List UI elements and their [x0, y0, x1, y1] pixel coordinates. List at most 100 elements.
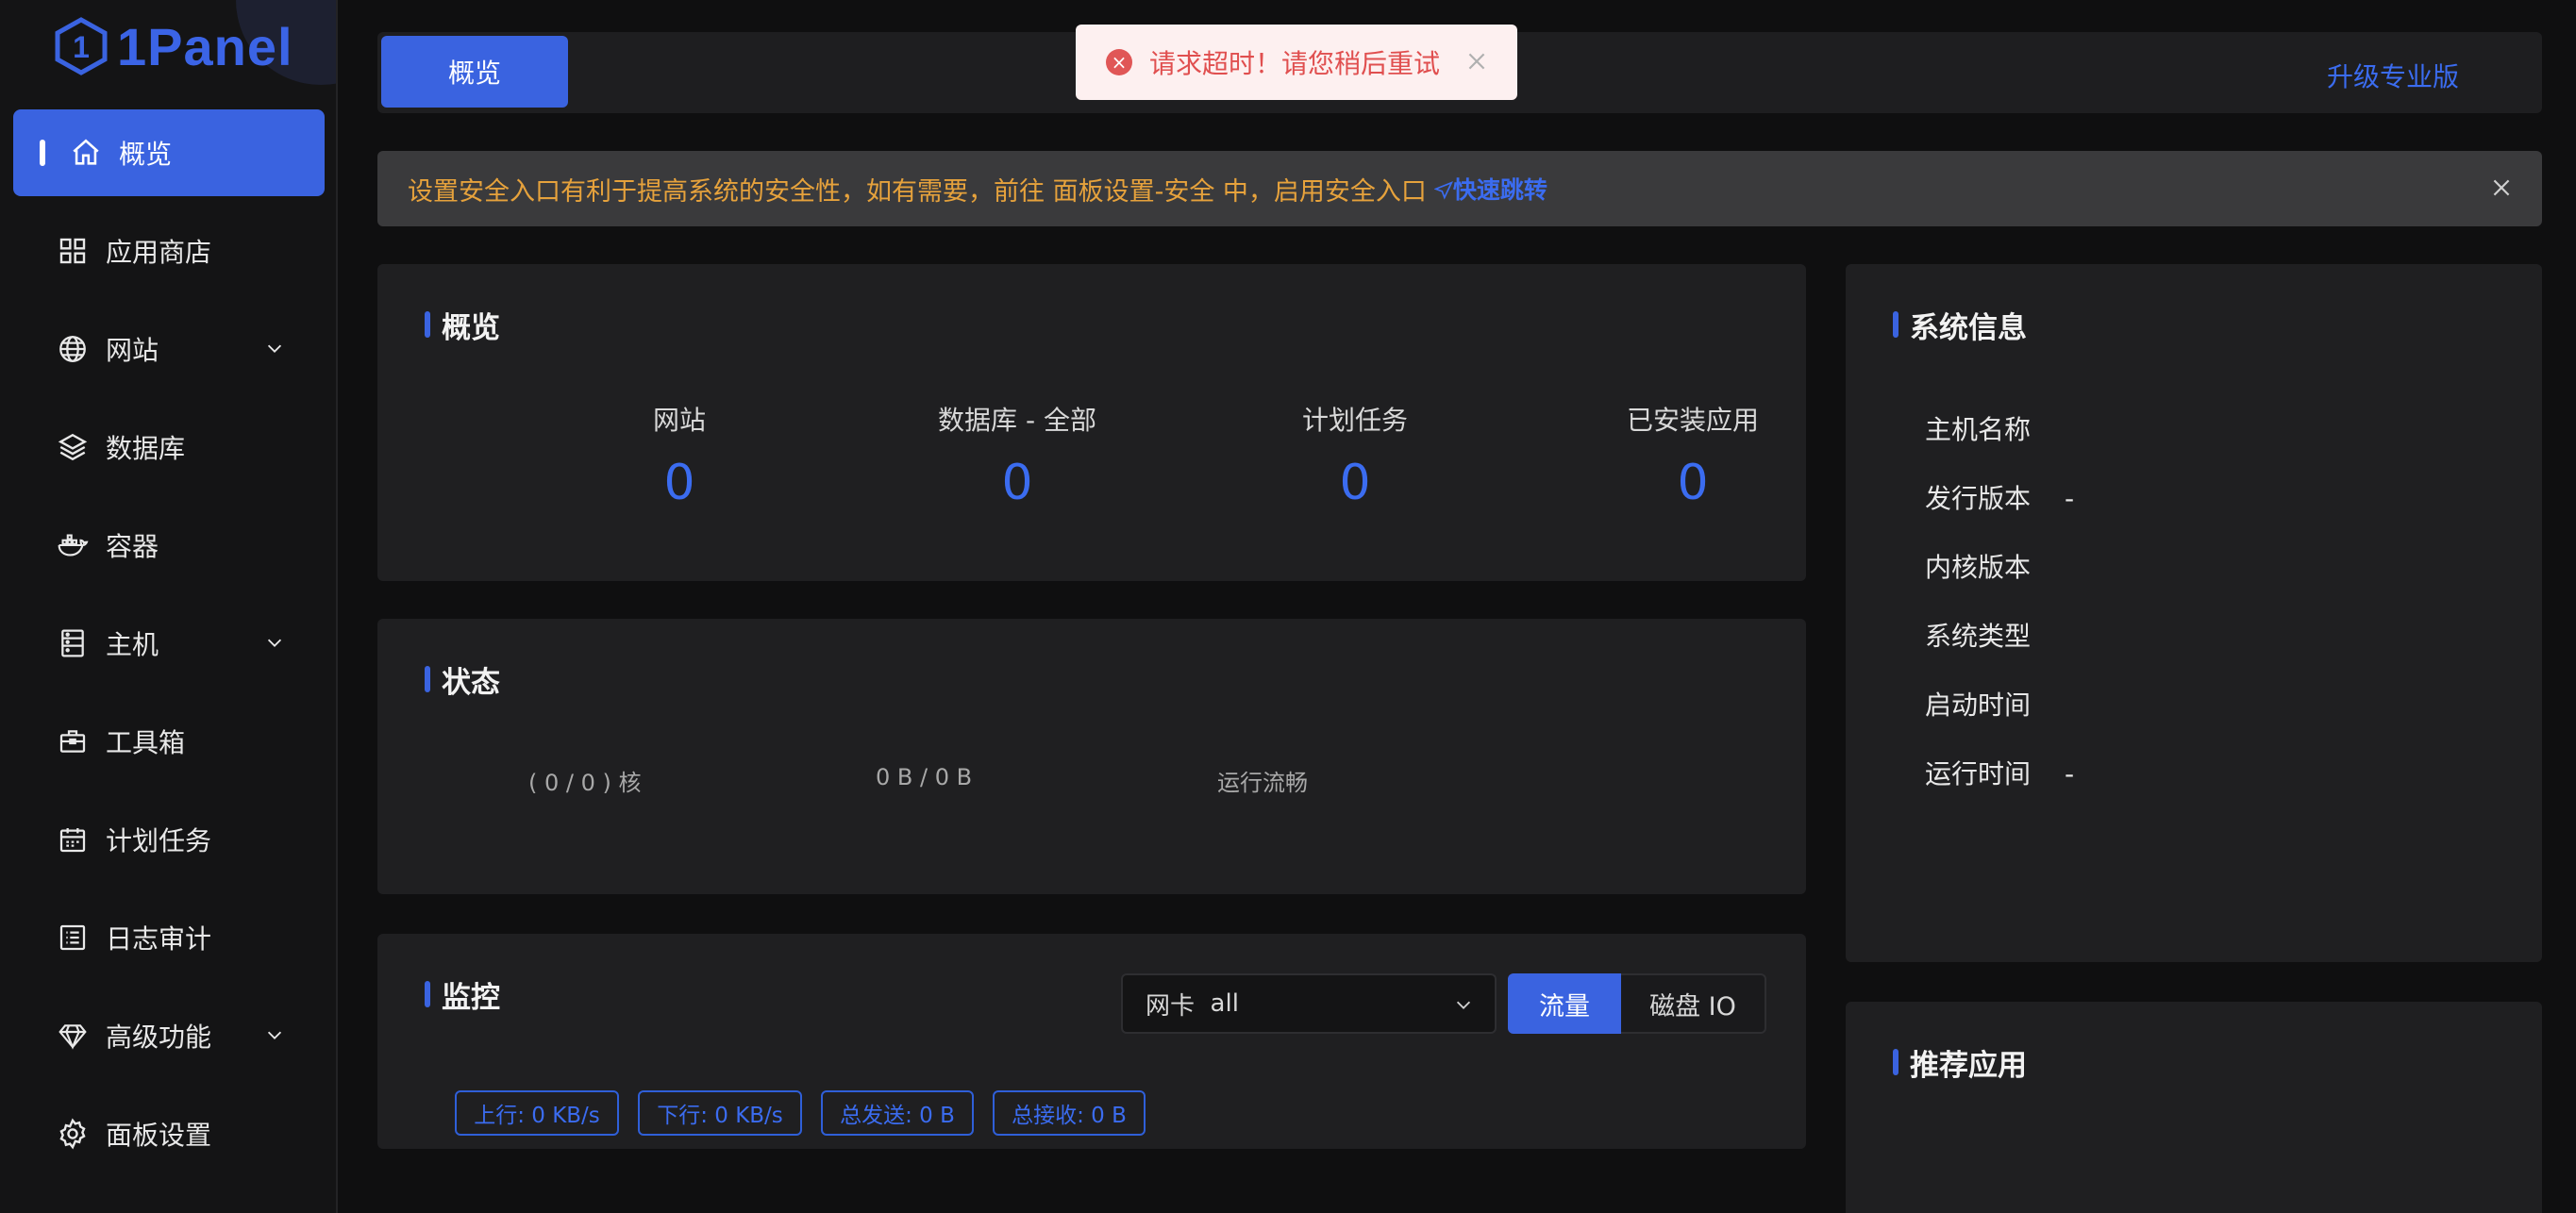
upgrade-link[interactable]: 升级专业版: [2327, 57, 2459, 94]
chevron-down-icon: [267, 344, 282, 353]
info-label: 系统类型: [1925, 621, 2032, 652]
tab-flow[interactable]: 流量: [1508, 973, 1621, 1034]
logo[interactable]: 1 1Panel: [55, 13, 293, 79]
sidebar-item-settings[interactable]: 面板设置: [13, 1090, 325, 1177]
info-value: -: [2065, 758, 2075, 789]
upload-speed-tag: 上行: 0 KB/s: [455, 1090, 619, 1136]
card-title: 推荐应用: [1893, 1041, 2027, 1084]
stat-database[interactable]: 数据库 - 全部 0: [876, 400, 1159, 511]
error-icon: ×: [1106, 49, 1132, 75]
sidebar-item-log-audit[interactable]: 日志审计: [13, 894, 325, 981]
layers-icon: [57, 431, 89, 463]
sidebar-item-cron[interactable]: 计划任务: [13, 796, 325, 883]
svg-text:1: 1: [73, 30, 90, 64]
gear-icon: [57, 1118, 89, 1150]
nic-select[interactable]: 网卡 all: [1121, 973, 1497, 1034]
sidebar-item-label: 概览: [119, 139, 173, 170]
info-label: 启动时间: [1925, 690, 2032, 721]
stat-cron[interactable]: 计划任务 0: [1213, 400, 1497, 511]
info-label: 运行时间: [1925, 758, 2032, 789]
nic-prefix: 网卡: [1146, 991, 1196, 1021]
logo-text: 1Panel: [117, 16, 293, 76]
stat-label: 已安装应用: [1626, 405, 1759, 436]
sidebar-menu: 概览 应用商店 网站 数据库 容器 主机 工具箱 计划任务 日志审计 高级功能 …: [13, 109, 325, 1188]
tab-overview[interactable]: 概览: [381, 36, 568, 108]
tab-disk-io[interactable]: 磁盘 IO: [1621, 973, 1766, 1034]
recommended-apps-card: 推荐应用: [1846, 1002, 2542, 1213]
system-info-card: 系统信息 主机名称 发行版本 - 内核版本 系统类型 启动时间 运行时间 -: [1846, 264, 2542, 962]
sidebar-item-app-store[interactable]: 应用商店: [13, 208, 325, 294]
info-label: 内核版本: [1925, 552, 2032, 583]
sidebar-item-overview[interactable]: 概览: [13, 109, 325, 196]
sidebar-item-host[interactable]: 主机: [13, 600, 325, 687]
stat-value: 0: [1339, 455, 1371, 511]
sidebar-item-label: 工具箱: [106, 727, 186, 758]
stat-label: 网站: [652, 405, 706, 436]
nic-value: all: [1210, 989, 1239, 1018]
sidebar-item-container[interactable]: 容器: [13, 502, 325, 589]
sidebar-item-label: 网站: [106, 335, 159, 366]
sidebar: 1 1Panel 概览 应用商店 网站 数据库 容器 主机 工具箱 计划任务 日…: [0, 0, 338, 1213]
chevron-down-icon: [1456, 1001, 1471, 1009]
sidebar-item-advanced[interactable]: 高级功能: [13, 992, 325, 1079]
info-row-kernel: 内核版本: [1925, 547, 2065, 585]
cpu-cores: ( 0 / 0 ) 核: [528, 770, 642, 796]
stat-value: 0: [1001, 455, 1033, 511]
send-icon: [1433, 181, 1453, 200]
sidebar-item-label: 面板设置: [106, 1120, 212, 1151]
sidebar-item-website[interactable]: 网站: [13, 306, 325, 392]
toast-message: 请求超时！请您稍后重试: [1149, 48, 1441, 79]
info-row-boot-time: 启动时间: [1925, 685, 2065, 723]
stat-website[interactable]: 网站 0: [538, 400, 821, 511]
memory-usage: 0 B / 0 B: [876, 764, 973, 790]
stat-installed-apps[interactable]: 已安装应用 0: [1551, 400, 1834, 511]
overview-card: 概览 网站 0 数据库 - 全部 0 计划任务 0 已安装应用 0: [377, 264, 1806, 581]
close-icon[interactable]: [1464, 49, 1489, 74]
card-title: 概览: [425, 304, 500, 346]
chevron-down-icon: [267, 639, 282, 647]
stat-value: 0: [663, 455, 695, 511]
docker-icon: [57, 529, 89, 561]
download-speed-tag: 下行: 0 KB/s: [638, 1090, 802, 1136]
sidebar-item-label: 数据库: [106, 433, 186, 464]
alert-text: 设置安全入口有利于提高系统的安全性，如有需要，前往 面板设置-安全 中，启用安全…: [408, 176, 1427, 207]
card-title: 系统信息: [1893, 304, 2027, 346]
monitor-card: 监控 网卡 all 流量 磁盘 IO 上行: 0 KB/s 下行: 0 KB/s…: [377, 934, 1806, 1149]
calendar-icon: [57, 823, 89, 856]
info-row-uptime: 运行时间 -: [1925, 754, 2074, 791]
security-alert: 设置安全入口有利于提高系统的安全性，如有需要，前往 面板设置-安全 中，启用安全…: [377, 151, 2542, 226]
stat-label: 计划任务: [1301, 405, 1408, 436]
info-label: 主机名称: [1925, 414, 2032, 445]
card-title: 监控: [425, 973, 500, 1016]
close-icon[interactable]: [2489, 175, 2514, 200]
card-title: 状态: [425, 658, 500, 701]
error-toast: × 请求超时！请您稍后重试: [1076, 25, 1517, 100]
logo-icon: 1: [55, 17, 108, 75]
sidebar-item-toolbox[interactable]: 工具箱: [13, 698, 325, 785]
sidebar-item-label: 容器: [106, 531, 159, 562]
stat-value: 0: [1677, 455, 1709, 511]
info-row-distro: 发行版本 -: [1925, 478, 2074, 516]
info-row-os-type: 系统类型: [1925, 616, 2065, 654]
log-icon: [57, 922, 89, 954]
toolbox-icon: [57, 725, 89, 757]
sidebar-item-label: 日志审计: [106, 923, 212, 955]
server-icon: [57, 627, 89, 659]
info-label: 发行版本: [1925, 483, 2032, 514]
info-row-hostname: 主机名称: [1925, 409, 2065, 447]
load-status: 运行流畅: [1217, 770, 1308, 796]
total-received-tag: 总接收: 0 B: [993, 1090, 1146, 1136]
sidebar-item-database[interactable]: 数据库: [13, 404, 325, 490]
status-card: 状态 ( 0 / 0 ) 核 0 B / 0 B 运行流畅: [377, 619, 1806, 894]
info-value: -: [2065, 483, 2075, 514]
home-icon: [70, 137, 102, 169]
quick-jump-link[interactable]: 快速跳转: [1433, 172, 1547, 206]
sidebar-item-label: 高级功能: [106, 1022, 212, 1053]
diamond-icon: [57, 1020, 89, 1052]
sidebar-item-label: 主机: [106, 629, 159, 660]
sidebar-item-label: 应用商店: [106, 237, 212, 268]
quick-jump-label: 快速跳转: [1452, 176, 1547, 204]
grid-icon: [57, 235, 89, 267]
stat-label: 数据库 - 全部: [938, 405, 1096, 436]
chevron-down-icon: [267, 1031, 282, 1039]
